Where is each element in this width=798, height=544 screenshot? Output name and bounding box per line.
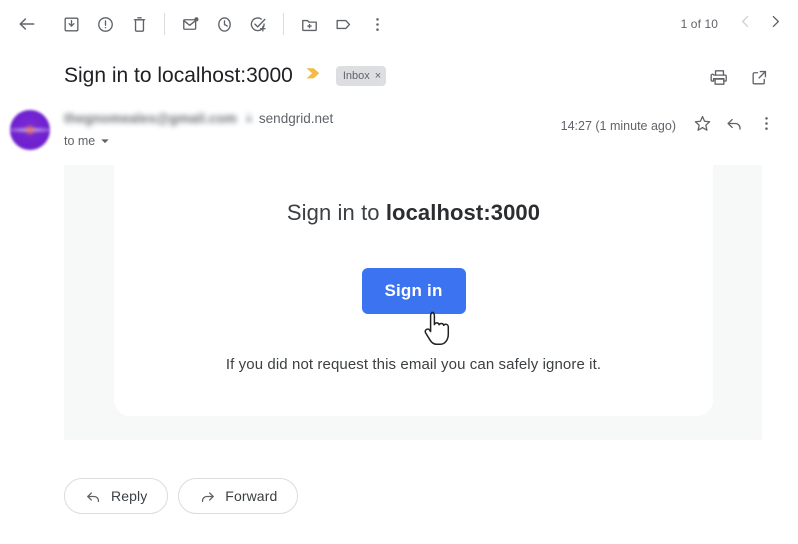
label-chip-remove-icon[interactable]: × [375, 68, 381, 84]
move-to-button[interactable] [292, 7, 326, 41]
sign-in-button[interactable]: Sign in [361, 268, 466, 314]
forward-arrow-icon [199, 488, 216, 505]
open-in-new-icon [750, 68, 769, 87]
star-button[interactable] [686, 110, 718, 142]
reply-arrow-icon [725, 114, 744, 138]
label-tag-icon [334, 15, 353, 34]
reply-button[interactable]: Reply [64, 478, 169, 514]
mark-as-unread-button[interactable] [173, 7, 207, 41]
more-vertical-icon [368, 15, 387, 34]
toolbar-divider-1 [164, 13, 165, 35]
importance-chevron-icon [306, 67, 323, 85]
toolbar-divider-2 [283, 13, 284, 35]
sender-row: thegnomeales@gmail.com sendgrid.net to m… [0, 100, 798, 150]
page-count: 1 of 10 [680, 17, 718, 31]
mark-as-unread-icon [181, 15, 200, 34]
lock-icon [243, 112, 255, 124]
label-chip-text: Inbox [342, 70, 370, 82]
report-spam-icon [96, 15, 115, 34]
add-to-tasks-button[interactable] [241, 7, 275, 41]
delete-button[interactable] [122, 7, 156, 41]
add-to-tasks-icon [249, 15, 268, 34]
clock-icon [215, 15, 234, 34]
sender-line: thegnomeales@gmail.com sendgrid.net [64, 108, 333, 128]
via-domain: sendgrid.net [258, 110, 334, 126]
sender-email[interactable]: thegnomeales@gmail.com [64, 111, 237, 126]
subject-row: Sign in to localhost:3000 Inbox × [0, 48, 798, 100]
email-body-card: Sign in to localhost:3000 Sign in If you… [114, 165, 713, 416]
printer-icon [709, 68, 729, 87]
newer-button[interactable] [730, 9, 760, 39]
recipient-label: to me [64, 134, 96, 148]
email-toolbar: 1 of 10 [0, 0, 798, 48]
star-icon [693, 114, 712, 138]
subject-actions [702, 60, 776, 94]
chevron-right-icon [767, 13, 784, 35]
print-button[interactable] [702, 60, 736, 94]
email-footnote: If you did not request this email you ca… [225, 356, 602, 373]
sender-info: thegnomeales@gmail.com sendgrid.net to m… [64, 108, 333, 149]
older-button[interactable] [760, 9, 790, 39]
labels-button[interactable] [326, 7, 360, 41]
message-more-options-button[interactable] [750, 110, 782, 142]
recipient-toggle[interactable]: to me [64, 134, 333, 148]
forward-button-label: Forward [225, 488, 278, 504]
sender-meta: 14:27 (1 minute ago) [561, 110, 782, 142]
more-vertical-icon [757, 114, 776, 138]
timestamp: 14:27 (1 minute ago) [560, 119, 676, 133]
back-button[interactable] [10, 7, 44, 41]
open-in-new-window-button[interactable] [742, 60, 776, 94]
email-heading-strong: localhost:3000 [385, 200, 541, 225]
email-heading-prefix: Sign in to [286, 200, 386, 225]
email-heading: Sign in to localhost:3000 [287, 200, 540, 226]
footer-actions: Reply Forward [64, 478, 299, 514]
label-chip-inbox[interactable]: Inbox × [335, 66, 387, 86]
reply-icon-button[interactable] [718, 110, 750, 142]
reply-arrow-icon [85, 488, 102, 505]
chevron-left-icon [737, 13, 754, 35]
email-body-container: Sign in to localhost:3000 Sign in If you… [64, 165, 762, 440]
snooze-button[interactable] [207, 7, 241, 41]
move-to-folder-icon [300, 15, 319, 34]
back-arrow-icon [17, 14, 37, 34]
forward-button[interactable]: Forward [178, 478, 299, 514]
archive-button[interactable] [54, 7, 88, 41]
report-spam-button[interactable] [88, 7, 122, 41]
chevron-down-icon [100, 136, 110, 146]
more-options-button[interactable] [360, 7, 394, 41]
trash-icon [130, 15, 149, 34]
page-title: Sign in to localhost:3000 [64, 64, 293, 87]
reply-button-label: Reply [111, 488, 148, 504]
importance-marker[interactable] [306, 67, 323, 85]
archive-icon [62, 15, 81, 34]
avatar [10, 110, 50, 150]
